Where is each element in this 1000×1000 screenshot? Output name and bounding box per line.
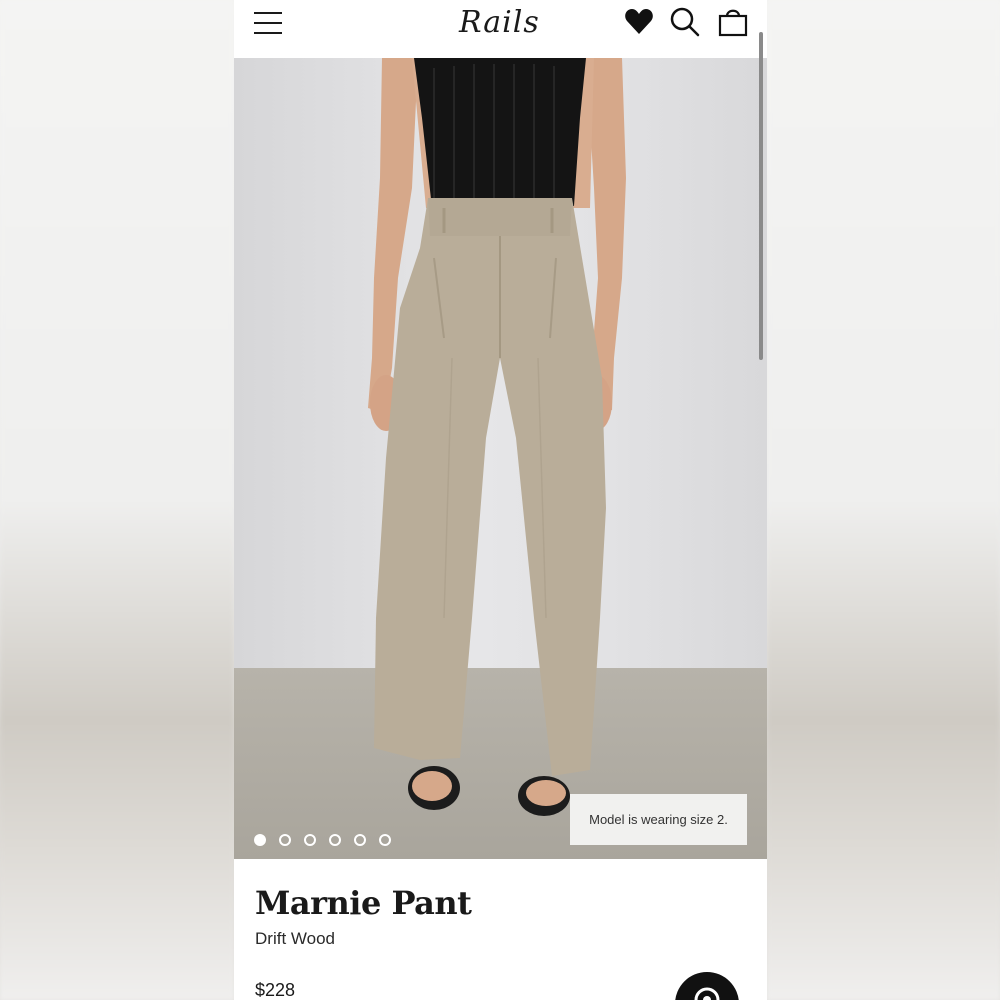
product-color: Drift Wood: [255, 929, 335, 948]
chat-icon: [694, 987, 720, 1000]
brand-logo[interactable]: Rails: [459, 2, 545, 44]
gallery-dot[interactable]: [379, 834, 391, 846]
model-size-note: Model is wearing size 2.: [570, 794, 747, 845]
chat-button[interactable]: [675, 972, 739, 1000]
gallery-dot[interactable]: [354, 834, 366, 846]
gallery-dot[interactable]: [254, 834, 266, 846]
search-icon[interactable]: [669, 6, 701, 38]
page-scrollbar[interactable]: [759, 32, 763, 360]
mobile-screen: Rails Model is wearing size 2. Marnie Pa…: [234, 0, 767, 1000]
heart-icon[interactable]: [623, 6, 655, 38]
site-header: Rails: [234, 0, 767, 58]
menu-icon[interactable]: [254, 11, 282, 35]
model-illustration: [368, 58, 626, 816]
gallery-pagination: [254, 834, 391, 846]
gallery-dot[interactable]: [304, 834, 316, 846]
background-blur-left: [0, 0, 234, 1000]
background-blur-right: [767, 0, 1000, 1000]
product-image[interactable]: Model is wearing size 2.: [234, 58, 767, 859]
gallery-dot[interactable]: [279, 834, 291, 846]
product-name: Marnie Pant: [255, 884, 472, 922]
product-price: $228: [255, 980, 296, 1000]
gallery-dot[interactable]: [329, 834, 341, 846]
bag-icon[interactable]: [717, 6, 749, 38]
